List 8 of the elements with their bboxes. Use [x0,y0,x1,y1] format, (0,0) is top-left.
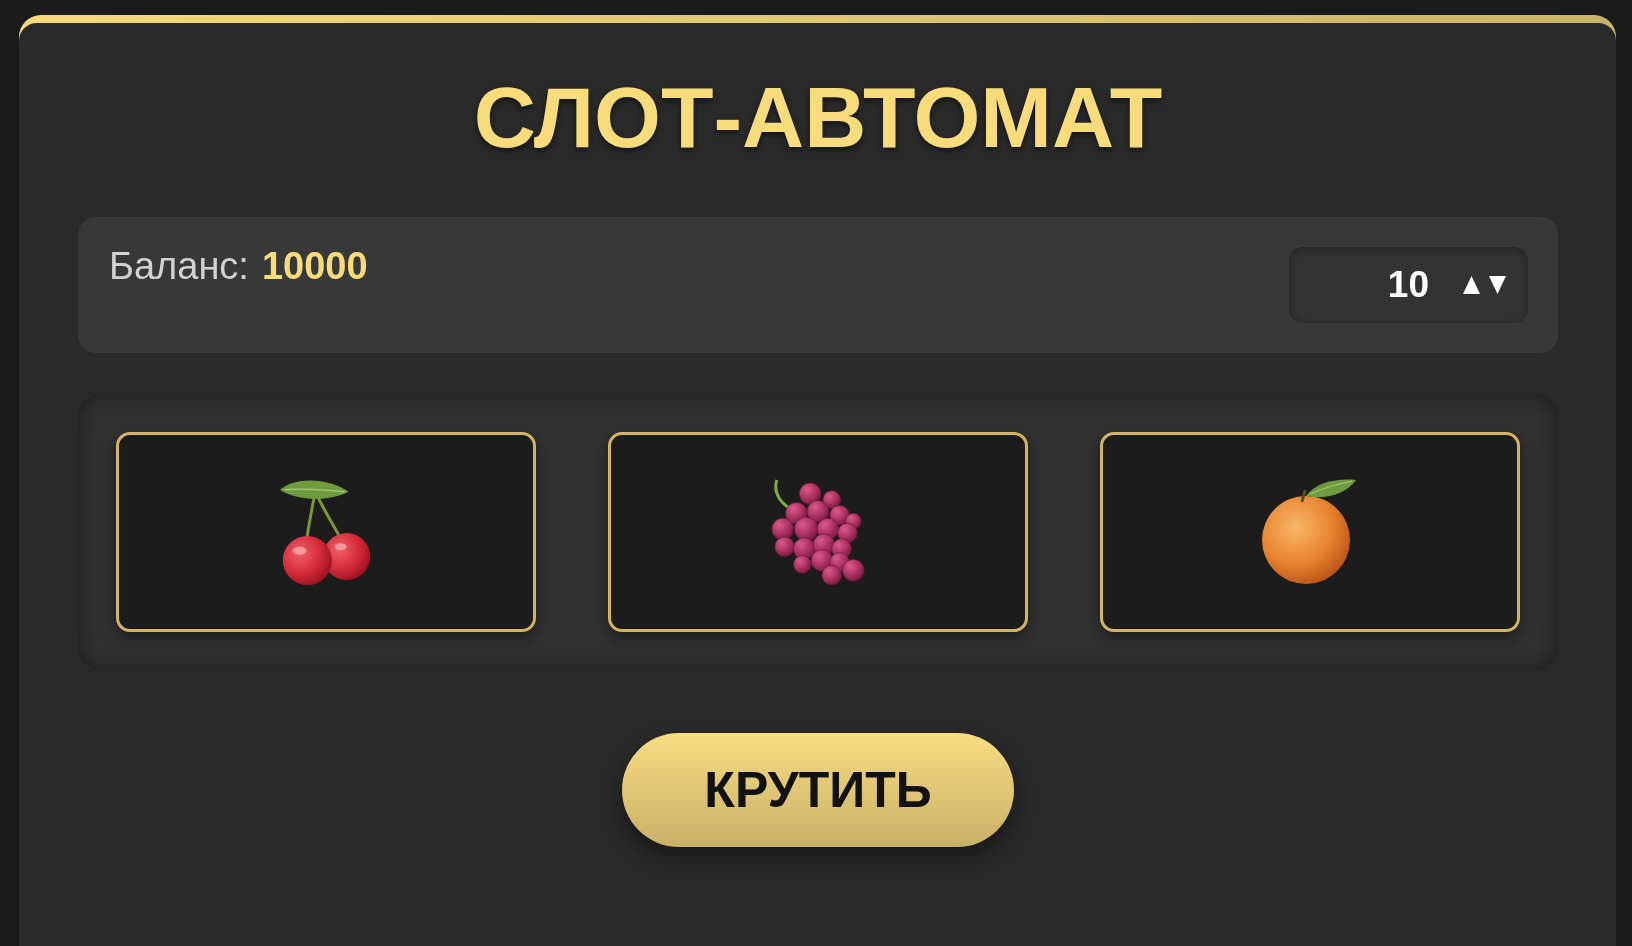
tangerine-icon [1262,478,1358,586]
spinner-arrows-icon[interactable] [1463,276,1506,294]
slot-machine-title: СЛОТ-АВТОМАТ [472,74,1164,160]
balance-label: Баланс: [109,245,249,288]
grapes-icon [770,478,866,586]
bet-input-field[interactable]: 10 [1289,247,1528,323]
balance-value: 10000 [261,245,368,288]
spin-button[interactable]: КРУТИТЬ [622,733,1014,847]
